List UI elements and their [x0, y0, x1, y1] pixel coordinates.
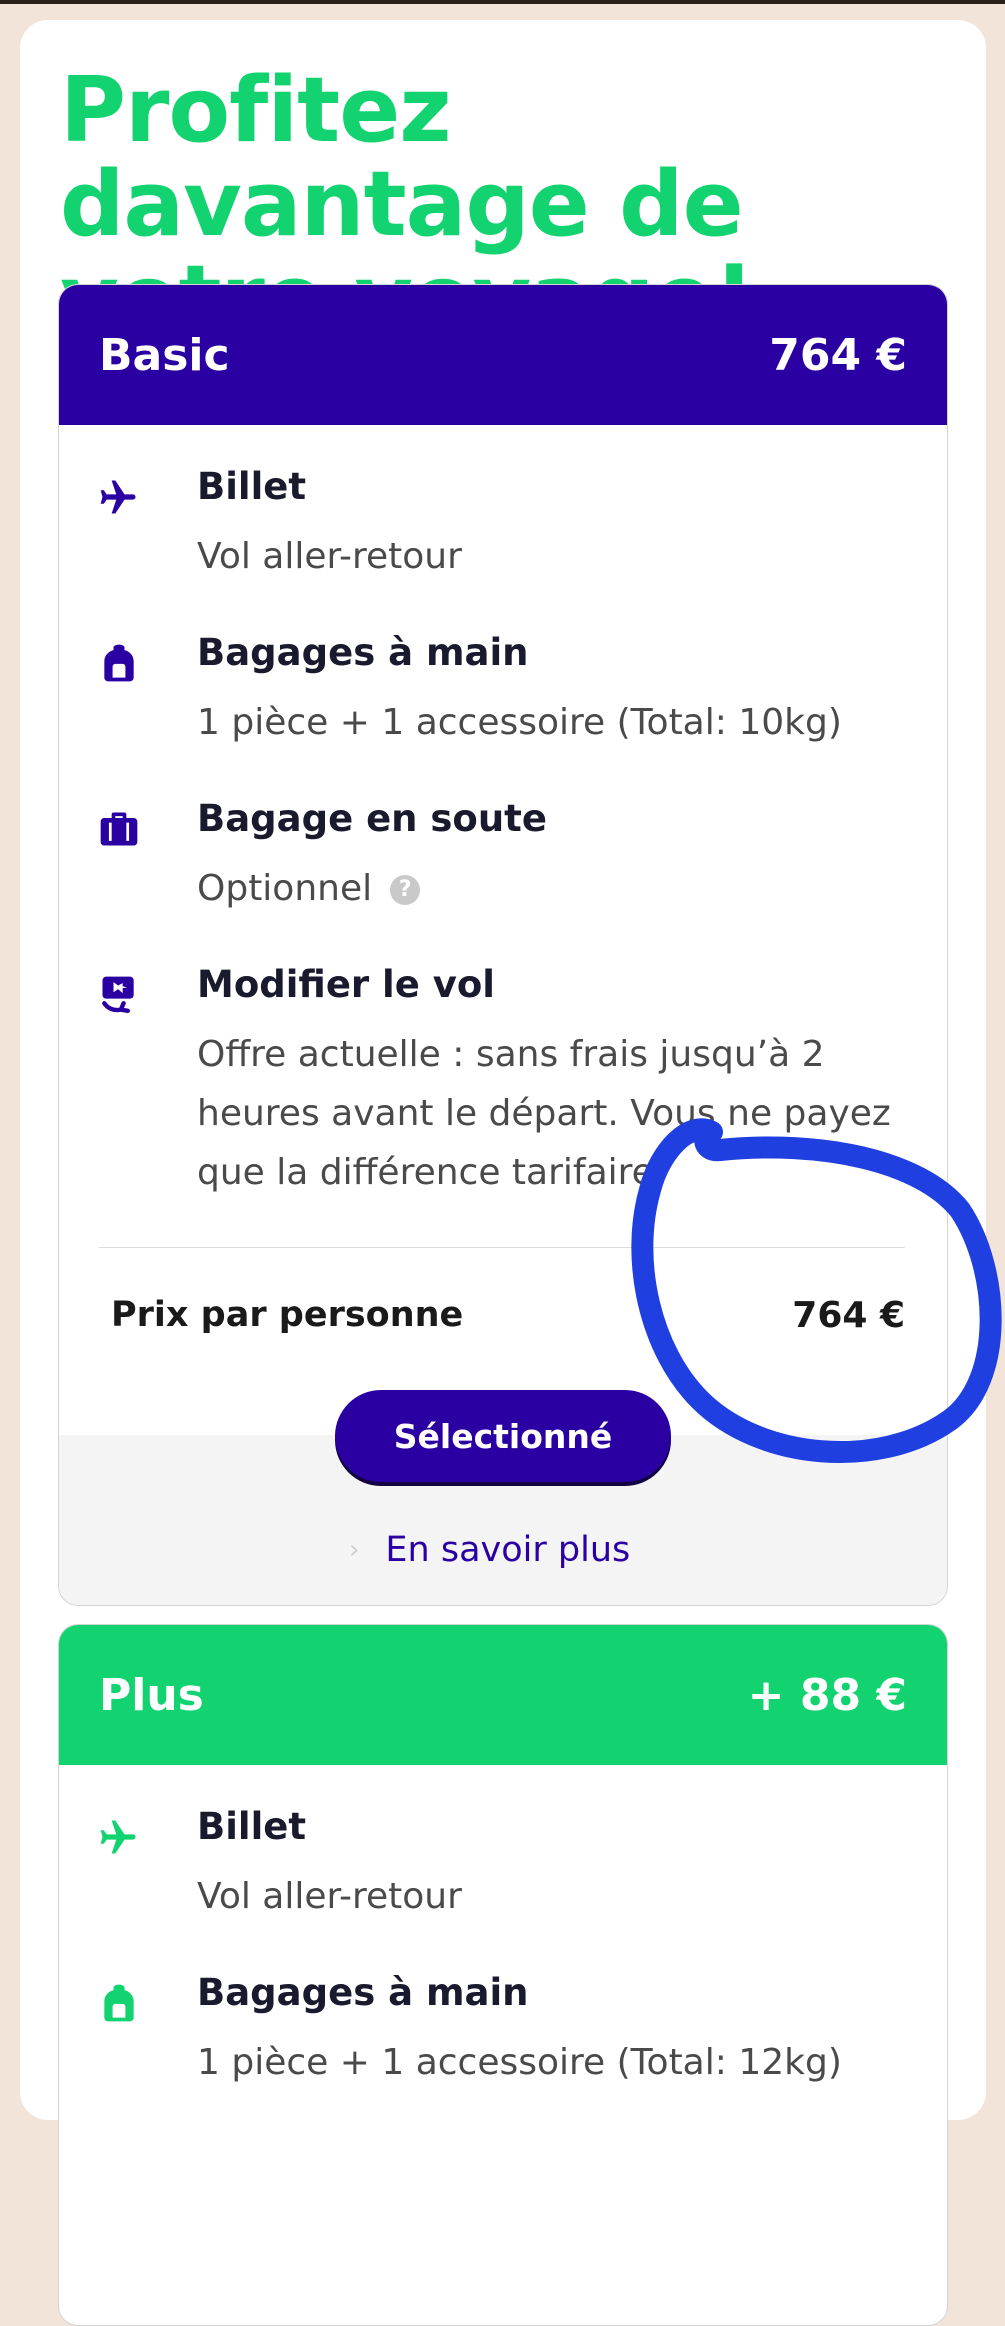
- feature-description: Vol aller-retour: [197, 1876, 462, 1917]
- divider: [99, 1247, 905, 1248]
- learn-more-label: En savoir plus: [385, 1530, 631, 1570]
- fare-price: 764 €: [769, 329, 907, 381]
- feature-title: Bagages à main: [197, 1971, 529, 2014]
- selected-button[interactable]: Sélectionné: [335, 1390, 671, 1482]
- fare-card-header: Plus + 88 €: [59, 1625, 947, 1765]
- change-flight-icon: [102, 976, 134, 1013]
- feature-description: 1 pièce + 1 accessoire (Total: 12kg): [197, 2042, 842, 2083]
- fare-name: Basic: [99, 329, 230, 381]
- learn-more-link[interactable]: › En savoir plus: [349, 1525, 630, 1575]
- feature-title: Modifier le vol: [197, 963, 495, 1006]
- fare-price: + 88 €: [747, 1669, 907, 1721]
- airplane-icon: [100, 1820, 136, 1854]
- feature-description: Optionnel?: [197, 859, 927, 918]
- top-edge: [0, 0, 1005, 4]
- feature-title: Bagages à main: [197, 631, 529, 674]
- feature-description: Offre actuelle : sans frais jusqu’à 2 he…: [197, 1034, 891, 1193]
- feature-description: Vol aller-retour: [197, 536, 462, 577]
- fare-name: Plus: [99, 1669, 204, 1721]
- price-per-person-value: 764 €: [792, 1295, 905, 1336]
- backpack-icon: [104, 1984, 134, 2022]
- fare-panel: Profitez davantage de votre voyage! Basi…: [20, 20, 986, 2326]
- price-per-person-label: Prix par personne: [111, 1295, 464, 1335]
- feature-title: Billet: [197, 1805, 307, 1848]
- feature-description: 1 pièce + 1 accessoire (Total: 10kg): [197, 702, 842, 743]
- chevron-right-icon: ›: [349, 1535, 360, 1565]
- feature-title: Billet: [197, 465, 307, 508]
- feature-description-text: Optionnel: [197, 868, 373, 909]
- backpack-icon: [104, 644, 134, 682]
- feature-title: Bagage en soute: [197, 797, 547, 840]
- fare-card-basic[interactable]: Basic 764 € Billet Vol aller-retour Baga…: [58, 284, 948, 1606]
- fare-card-plus[interactable]: Plus + 88 € Billet Vol aller-retour Baga…: [58, 1624, 948, 2326]
- suitcase-icon: [100, 812, 138, 846]
- help-icon[interactable]: ?: [390, 875, 421, 905]
- fare-card-header: Basic 764 €: [59, 285, 947, 425]
- airplane-icon: [100, 480, 136, 514]
